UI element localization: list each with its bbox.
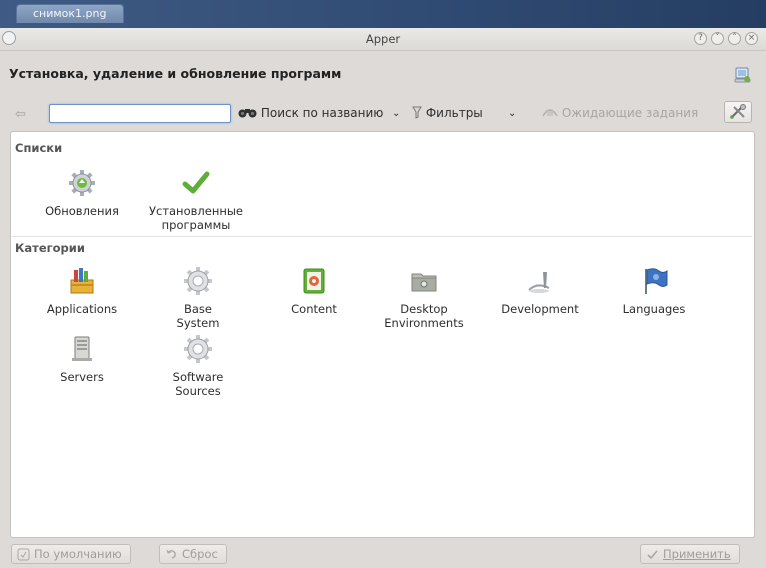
search-by-name-button[interactable]: Поиск по названию xyxy=(238,106,383,120)
back-arrow-icon[interactable]: ⇦ xyxy=(15,107,26,122)
filters-dropdown-icon[interactable]: ⌄ xyxy=(508,108,516,119)
category-languages[interactable]: Languages xyxy=(604,266,704,316)
desktop-environments-label: Desktop Environments xyxy=(384,302,464,330)
applications-label: Applications xyxy=(46,302,118,316)
search-mode-dropdown-icon[interactable]: ⌄ xyxy=(392,108,400,119)
filter-funnel-icon xyxy=(412,106,422,119)
category-development[interactable]: Development xyxy=(490,266,590,316)
pending-tasks-icon xyxy=(542,109,558,117)
apply-label: Применить xyxy=(663,547,731,561)
window-titlebar: Apper ? ˅ ˄ × xyxy=(0,28,766,51)
background-strip: снимок1.png xyxy=(0,0,766,28)
category-servers[interactable]: Servers xyxy=(32,334,132,384)
window-title: Apper xyxy=(365,32,401,46)
updates-gear-icon xyxy=(69,170,95,196)
servers-icon xyxy=(72,336,92,361)
updates-label: Обновления xyxy=(45,204,119,218)
pending-tasks-button[interactable]: Ожидающие задания xyxy=(542,106,698,120)
software-sources-label: Software Sources xyxy=(172,370,224,398)
categories-heading: Категории xyxy=(15,241,85,255)
apply-button[interactable]: Применить xyxy=(640,544,740,564)
category-content[interactable]: Content xyxy=(264,266,364,316)
filters-button[interactable]: Фильтры xyxy=(412,106,483,120)
search-input[interactable] xyxy=(49,104,231,123)
page-title: Установка, удаление и обновление програм… xyxy=(9,66,342,81)
languages-label: Languages xyxy=(622,302,686,316)
reset-icon xyxy=(166,549,176,559)
defaults-icon xyxy=(17,548,30,561)
category-software-sources[interactable]: Software Sources xyxy=(148,334,248,398)
defaults-button[interactable]: По умолчанию xyxy=(11,544,131,564)
close-button[interactable]: × xyxy=(745,32,758,45)
minimize-button[interactable]: ˅ xyxy=(711,32,724,45)
apply-check-icon xyxy=(647,550,658,560)
desktop-environments-icon xyxy=(411,273,437,292)
languages-flag-icon xyxy=(645,268,668,294)
installed-label: Установленные программы xyxy=(148,204,244,232)
settings-button[interactable] xyxy=(724,101,752,123)
software-sources-gear-icon xyxy=(184,335,212,363)
list-item-installed[interactable]: Установленные программы xyxy=(140,168,252,232)
category-base-system[interactable]: Base System xyxy=(148,266,248,330)
category-applications[interactable]: Applications xyxy=(32,266,132,316)
file-tab[interactable]: снимок1.png xyxy=(16,4,124,23)
section-divider xyxy=(12,236,752,237)
reset-label: Сброс xyxy=(182,547,218,561)
installed-check-icon xyxy=(182,171,210,194)
binoculars-icon xyxy=(238,109,257,118)
base-system-label: Base System xyxy=(176,302,220,330)
servers-label: Servers xyxy=(60,370,104,384)
settings-monitor-icon[interactable] xyxy=(734,66,752,84)
filters-label: Фильтры xyxy=(425,106,483,120)
category-desktop-environments[interactable]: Desktop Environments xyxy=(368,266,480,330)
lists-heading: Списки xyxy=(15,141,63,155)
content-icon xyxy=(303,268,325,294)
development-icon xyxy=(528,272,550,293)
defaults-label: По умолчанию xyxy=(34,547,122,561)
pending-tasks-label: Ожидающие задания xyxy=(561,106,699,120)
help-button[interactable]: ? xyxy=(694,32,707,45)
maximize-button[interactable]: ˄ xyxy=(728,32,741,45)
tools-icon xyxy=(730,104,746,119)
applications-icon xyxy=(70,268,94,294)
reset-button[interactable]: Сброс xyxy=(159,544,227,564)
base-system-gear-icon xyxy=(184,267,212,295)
list-item-updates[interactable]: Обновления xyxy=(34,168,130,218)
search-by-name-label: Поиск по названию xyxy=(260,106,384,120)
content-label: Content xyxy=(291,302,337,316)
development-label: Development xyxy=(501,302,579,316)
